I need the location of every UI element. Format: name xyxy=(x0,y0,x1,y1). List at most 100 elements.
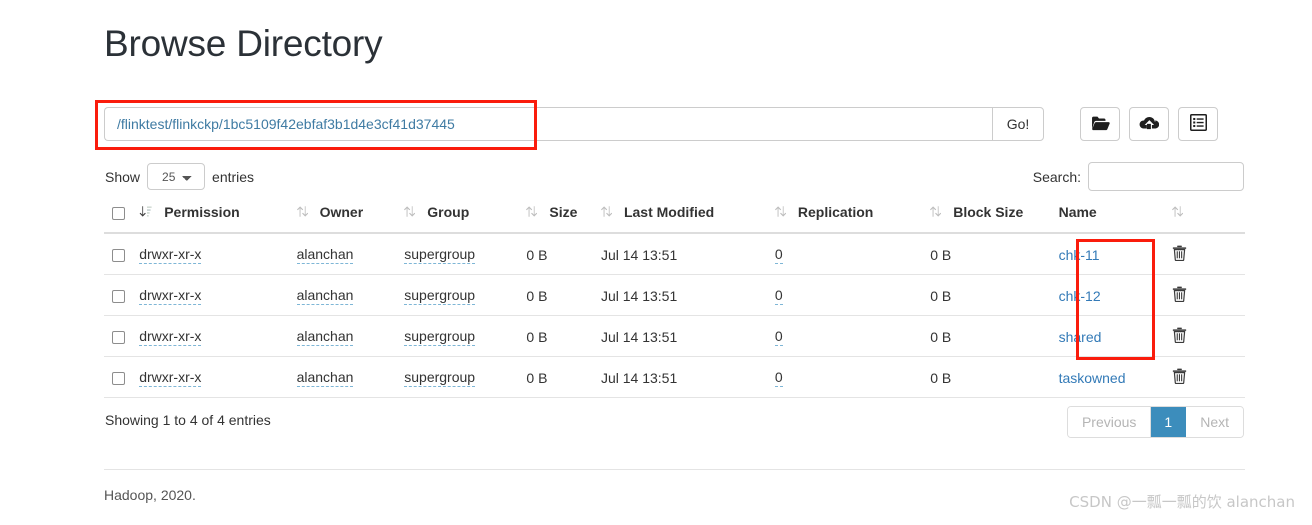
cell-owner: alanchan xyxy=(296,274,405,316)
trash-icon xyxy=(1172,327,1187,346)
table-row: drwxr-xr-x alanchan supergroup 0 B Jul 14 13… xyxy=(104,315,1245,357)
cell-replication: 0 xyxy=(774,315,931,357)
sort-icon xyxy=(600,205,613,221)
row-checkbox[interactable] xyxy=(112,290,125,304)
cell-replication: 0 xyxy=(774,356,931,398)
row-select-cell xyxy=(104,356,140,398)
cell-size: 0 B xyxy=(526,233,601,275)
cell-size: 0 B xyxy=(526,315,601,357)
showing-entries-info: Showing 1 to 4 of 4 entries xyxy=(105,412,271,428)
delete-row-button[interactable] xyxy=(1172,327,1187,346)
header-last-modified[interactable]: Last Modified xyxy=(600,204,775,234)
permission-value[interactable]: drwxr-xr-x xyxy=(139,328,202,346)
next-page-button[interactable]: Next xyxy=(1186,407,1243,437)
cell-permission: drwxr-xr-x xyxy=(139,356,297,398)
permission-value[interactable]: drwxr-xr-x xyxy=(139,287,202,305)
header-owner[interactable]: Owner xyxy=(296,204,405,234)
table-header-row: Permission Owner Group Size Last Modifie… xyxy=(104,204,1245,234)
header-name[interactable]: Name xyxy=(1058,204,1173,234)
file-name-link[interactable]: shared xyxy=(1059,329,1102,345)
header-last-modified-label: Last Modified xyxy=(623,204,715,220)
header-actions[interactable] xyxy=(1172,204,1245,234)
cell-delete xyxy=(1172,315,1245,357)
trash-icon xyxy=(1172,368,1187,387)
permission-value[interactable]: drwxr-xr-x xyxy=(139,369,202,387)
go-button[interactable]: Go! xyxy=(992,107,1044,141)
owner-value[interactable]: alanchan xyxy=(296,328,354,346)
sort-icon xyxy=(296,205,308,221)
sort-icon xyxy=(526,205,538,221)
group-value[interactable]: supergroup xyxy=(404,369,476,387)
delete-row-button[interactable] xyxy=(1172,286,1187,305)
delete-row-button[interactable] xyxy=(1172,245,1187,262)
file-name-link[interactable]: chk-12 xyxy=(1059,288,1101,304)
footer-divider xyxy=(104,469,1245,470)
file-name-link[interactable]: taskowned xyxy=(1059,370,1126,386)
cell-owner: alanchan xyxy=(296,315,405,357)
watermark: CSDN @一瓢一瓢的饮 alanchan xyxy=(1069,493,1295,511)
path-input-group: Go! xyxy=(104,107,1044,141)
delete-row-button[interactable] xyxy=(1172,368,1187,387)
folder-open-icon xyxy=(1091,115,1110,134)
create-directory-button[interactable] xyxy=(1080,107,1120,141)
cell-last-modified: Jul 14 13:51 xyxy=(600,233,775,275)
cell-owner: alanchan xyxy=(296,356,405,398)
path-input[interactable] xyxy=(104,107,992,141)
table-row: drwxr-xr-x alanchan supergroup 0 B Jul 14 13… xyxy=(104,356,1245,398)
row-select-cell xyxy=(104,233,140,275)
header-size[interactable]: Size xyxy=(526,204,601,234)
row-checkbox[interactable] xyxy=(112,249,125,263)
previous-page-button[interactable]: Previous xyxy=(1067,407,1152,437)
owner-value[interactable]: alanchan xyxy=(296,246,354,264)
footer-text: Hadoop, 2020. xyxy=(104,487,196,503)
block-size-value: 0 B xyxy=(930,246,952,263)
trash-icon xyxy=(1172,286,1187,305)
header-permission[interactable]: Permission xyxy=(139,204,297,234)
select-all-checkbox[interactable] xyxy=(112,206,125,220)
row-checkbox[interactable] xyxy=(112,331,125,345)
cloud-upload-icon xyxy=(1139,115,1160,134)
permission-value[interactable]: drwxr-xr-x xyxy=(139,246,202,264)
page-1-button[interactable]: 1 xyxy=(1151,407,1187,437)
row-checkbox[interactable] xyxy=(112,372,125,386)
cell-permission: drwxr-xr-x xyxy=(139,274,297,316)
cell-block-size: 0 B xyxy=(930,233,1059,275)
group-value[interactable]: supergroup xyxy=(404,246,476,264)
row-select-cell xyxy=(104,274,140,316)
header-group[interactable]: Group xyxy=(404,204,527,234)
size-value: 0 B xyxy=(526,287,548,304)
last-modified-value: Jul 14 13:51 xyxy=(600,287,678,304)
cut-paste-button[interactable] xyxy=(1178,107,1218,141)
cell-last-modified: Jul 14 13:51 xyxy=(600,274,775,316)
owner-value[interactable]: alanchan xyxy=(296,369,354,387)
header-replication-label: Replication xyxy=(797,204,874,220)
replication-value[interactable]: 0 xyxy=(774,246,783,264)
search-input[interactable] xyxy=(1088,162,1244,191)
replication-value[interactable]: 0 xyxy=(774,287,783,305)
sort-icon xyxy=(930,205,942,221)
file-name-link[interactable]: chk-11 xyxy=(1059,247,1100,263)
cell-group: supergroup xyxy=(404,233,527,275)
cell-replication: 0 xyxy=(774,274,931,316)
owner-value[interactable]: alanchan xyxy=(296,287,354,305)
header-owner-label: Owner xyxy=(319,204,364,220)
upload-files-button[interactable] xyxy=(1129,107,1169,141)
cell-permission: drwxr-xr-x xyxy=(139,233,297,275)
cell-block-size: 0 B xyxy=(930,274,1059,316)
header-block-size-label: Block Size xyxy=(953,204,1024,220)
page-title: Browse Directory xyxy=(104,23,383,64)
group-value[interactable]: supergroup xyxy=(404,287,476,305)
group-value[interactable]: supergroup xyxy=(404,328,476,346)
header-replication[interactable]: Replication xyxy=(774,204,931,234)
cell-delete xyxy=(1172,274,1245,316)
sort-icon xyxy=(774,205,787,221)
cell-group: supergroup xyxy=(404,315,527,357)
cell-delete xyxy=(1172,356,1245,398)
files-table-head: Permission Owner Group Size Last Modifie… xyxy=(104,204,1245,234)
header-block-size[interactable]: Block Size xyxy=(930,204,1059,234)
page-length-select[interactable]: 25 xyxy=(147,163,206,190)
sort-icon xyxy=(1172,205,1184,221)
cell-size: 0 B xyxy=(526,274,601,316)
replication-value[interactable]: 0 xyxy=(774,369,783,387)
replication-value[interactable]: 0 xyxy=(774,328,783,346)
